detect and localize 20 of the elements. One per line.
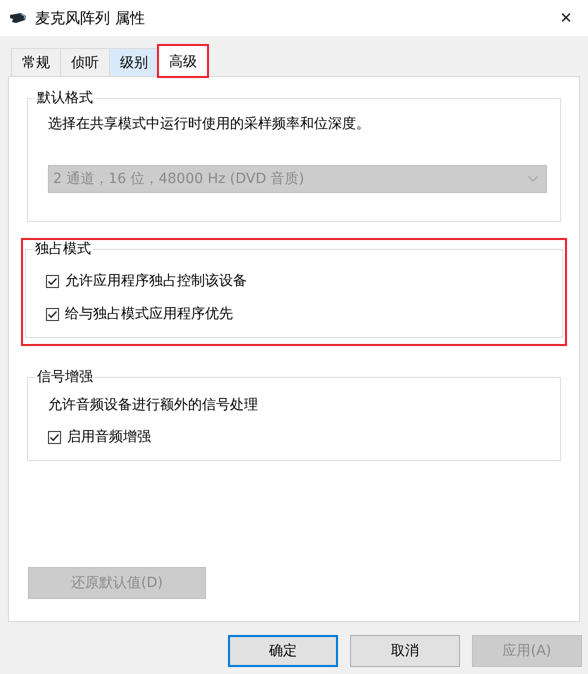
checkbox-label[interactable]: 启用音频增强	[67, 428, 151, 446]
checkbox[interactable]	[46, 308, 59, 320]
dialog-button[interactable]: 取消	[350, 635, 460, 667]
checkbox-label[interactable]: 允许应用程序独占控制该设备	[65, 272, 247, 290]
group-title: 信号增强	[36, 368, 94, 386]
tab[interactable]: 高级	[158, 45, 208, 77]
description-text: 允许音频设备进行额外的信号处理	[48, 396, 259, 414]
microphone-icon	[9, 12, 27, 24]
group-title: 独占模式	[34, 240, 92, 258]
dialog-button[interactable]: 确定	[228, 635, 338, 667]
close-button[interactable]: ✕	[544, 9, 588, 27]
description-text: 选择在共享模式中运行时使用的采样频率和位深度。	[48, 115, 371, 134]
tab[interactable]: 常规	[11, 48, 61, 76]
tab[interactable]: 级别	[109, 48, 159, 76]
window-title: 麦克风阵列 属性	[35, 8, 146, 28]
checkbox-label[interactable]: 给与独占模式应用程序优先	[65, 305, 233, 323]
group-title: 默认格式	[36, 89, 94, 107]
checkbox[interactable]	[46, 274, 59, 288]
checkbox[interactable]	[48, 430, 61, 444]
chevron-down-icon	[528, 176, 538, 182]
